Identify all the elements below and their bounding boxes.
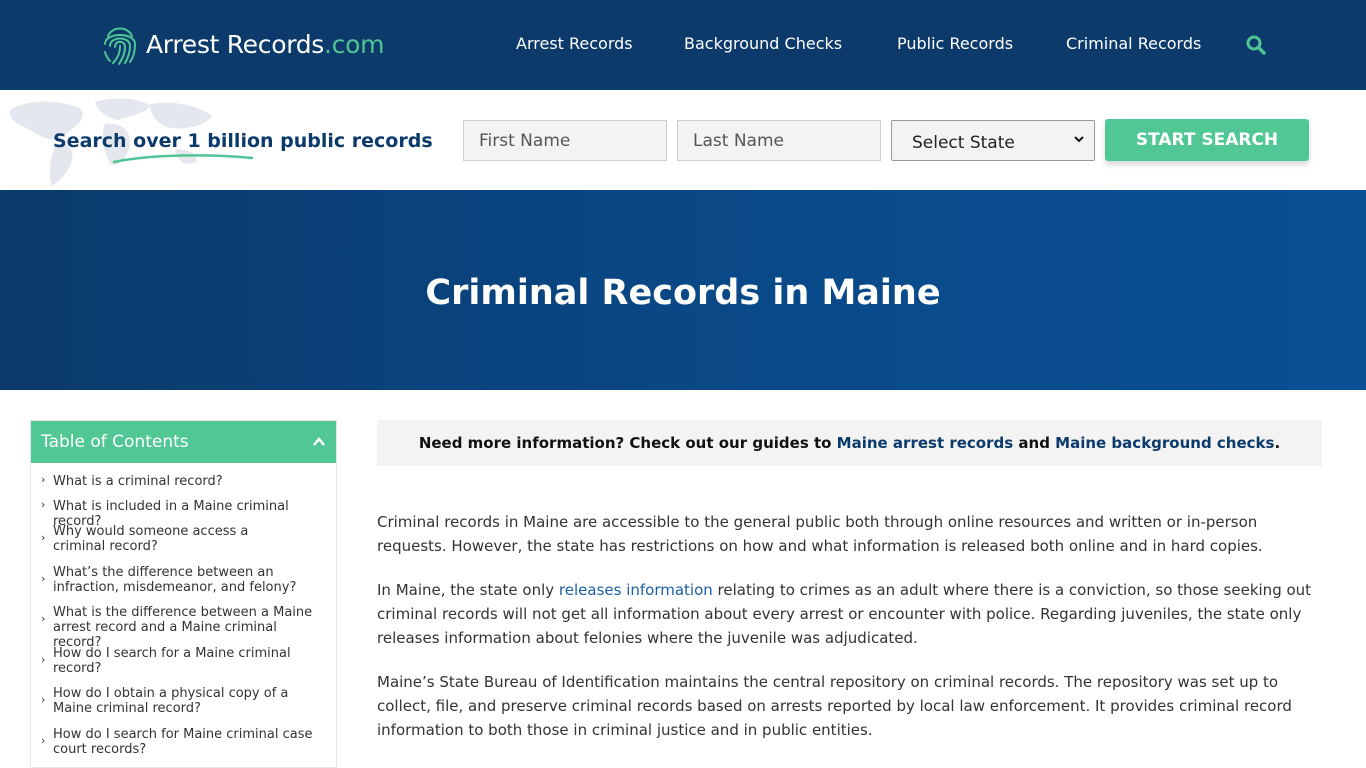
state-select-value: Select State	[912, 132, 1015, 153]
toc-item[interactable]: How do I obtain a physical copy of a Mai…	[53, 686, 328, 716]
guides-notice: Need more information? Check out our gui…	[377, 420, 1322, 466]
toc-item[interactable]: What’s the difference between an infract…	[53, 565, 333, 595]
state-select[interactable]: Select State	[891, 120, 1095, 161]
search-icon[interactable]	[1246, 35, 1266, 55]
toc-item[interactable]: What is the difference between a Maine a…	[53, 605, 323, 650]
releases-information-link[interactable]: releases information	[559, 581, 713, 599]
toc-title: Table of Contents	[41, 432, 189, 452]
search-tagline: Search over 1 billion public records	[53, 130, 433, 152]
start-search-button[interactable]: START SEARCH	[1105, 119, 1309, 161]
nav-background-checks[interactable]: Background Checks	[684, 34, 842, 53]
nav-arrest-records[interactable]: Arrest Records	[516, 34, 633, 53]
toc-item[interactable]: Why would someone access a criminal reco…	[53, 524, 303, 554]
tagline-underline	[112, 154, 254, 164]
chevron-right-icon: ›	[41, 531, 46, 544]
table-of-contents: Table of Contents › What is a criminal r…	[30, 420, 337, 768]
chevron-right-icon: ›	[41, 498, 46, 511]
chevron-right-icon: ›	[41, 572, 46, 585]
chevron-right-icon: ›	[41, 473, 46, 486]
paragraph-text: In Maine, the state only	[377, 581, 559, 599]
nav-criminal-records[interactable]: Criminal Records	[1066, 34, 1201, 53]
chevron-right-icon: ›	[41, 653, 46, 666]
content-paragraph: Maine’s State Bureau of Identification m…	[377, 673, 1292, 739]
logo-text: Arrest Records.com	[146, 29, 385, 59]
chevron-up-icon[interactable]	[312, 435, 326, 449]
maine-arrest-records-link[interactable]: Maine arrest records	[837, 434, 1014, 452]
hero-banner: Criminal Records in Maine	[0, 190, 1366, 390]
toc-item[interactable]: How do I search for a Maine criminal rec…	[53, 646, 293, 676]
nav-public-records[interactable]: Public Records	[897, 34, 1013, 53]
chevron-right-icon: ›	[41, 612, 46, 625]
toc-header[interactable]: Table of Contents	[31, 421, 336, 463]
content-paragraph: In Maine, the state only releases inform…	[377, 578, 1322, 650]
page-title: Criminal Records in Maine	[425, 273, 941, 313]
search-strip: Search over 1 billion public records Fir…	[0, 90, 1366, 190]
last-name-input[interactable]: Last Name	[677, 120, 881, 161]
notice-middle: and	[1013, 434, 1056, 452]
content-paragraph: Criminal records in Maine are accessible…	[377, 513, 1263, 555]
site-logo[interactable]: Arrest Records.com	[100, 22, 384, 66]
toc-item[interactable]: What is a criminal record?	[53, 474, 333, 489]
site-header: Arrest Records.com Arrest Records Backgr…	[0, 0, 1366, 90]
first-name-input[interactable]: First Name	[463, 120, 667, 161]
chevron-right-icon: ›	[41, 734, 46, 747]
toc-item[interactable]: How do I search for Maine criminal case …	[53, 727, 313, 757]
dropdown-caret-icon	[1074, 136, 1084, 143]
chevron-right-icon: ›	[41, 693, 46, 706]
notice-suffix: .	[1274, 434, 1281, 452]
notice-prefix: Need more information? Check out our gui…	[418, 434, 837, 452]
maine-background-checks-link[interactable]: Maine background checks	[1055, 434, 1274, 452]
fingerprint-icon	[104, 27, 137, 65]
